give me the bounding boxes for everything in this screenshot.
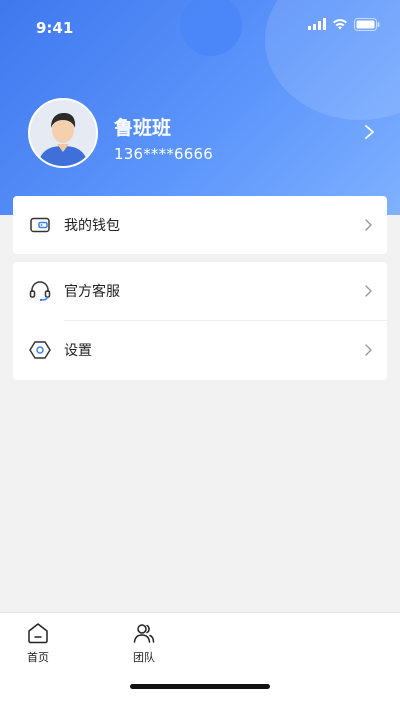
status-bar: 9:41 [0, 0, 400, 54]
customer-service-label: 官方客服 [64, 284, 120, 300]
home-icon [28, 623, 48, 644]
profile-header: 9:41 鲁班班 136****6666 [0, 0, 400, 215]
wifi-icon [333, 19, 347, 30]
chevron-right-icon [365, 344, 372, 356]
wallet-card: 我的钱包 [13, 196, 387, 254]
username: 鲁班班 [114, 117, 172, 139]
chevron-right-icon[interactable] [362, 124, 376, 140]
chevron-right-icon [365, 219, 372, 231]
tab-home[interactable]: 首页 [8, 621, 68, 665]
battery-icon [354, 17, 380, 31]
signal-icon [308, 18, 326, 30]
settings-label: 设置 [64, 343, 92, 359]
avatar[interactable] [28, 98, 98, 168]
phone-number: 136****6666 [114, 145, 214, 163]
menu-item-settings[interactable]: 设置 [13, 321, 387, 379]
options-card: 官方客服 设置 [13, 262, 387, 380]
menu-item-customer-service[interactable]: 官方客服 [13, 262, 387, 320]
tab-team-label: 团队 [133, 651, 155, 664]
team-icon [133, 624, 155, 643]
tab-team[interactable]: 团队 [114, 621, 174, 665]
user-avatar-icon [30, 100, 96, 166]
status-time: 9:41 [36, 19, 74, 37]
settings-icon [29, 339, 51, 361]
chevron-right-icon [365, 285, 372, 297]
tab-home-label: 首页 [27, 651, 49, 664]
home-indicator [130, 684, 270, 689]
wallet-icon [29, 214, 51, 236]
wallet-label: 我的钱包 [64, 218, 120, 234]
menu-item-wallet[interactable]: 我的钱包 [13, 196, 387, 254]
headset-icon [29, 280, 51, 302]
status-icons [308, 17, 380, 31]
